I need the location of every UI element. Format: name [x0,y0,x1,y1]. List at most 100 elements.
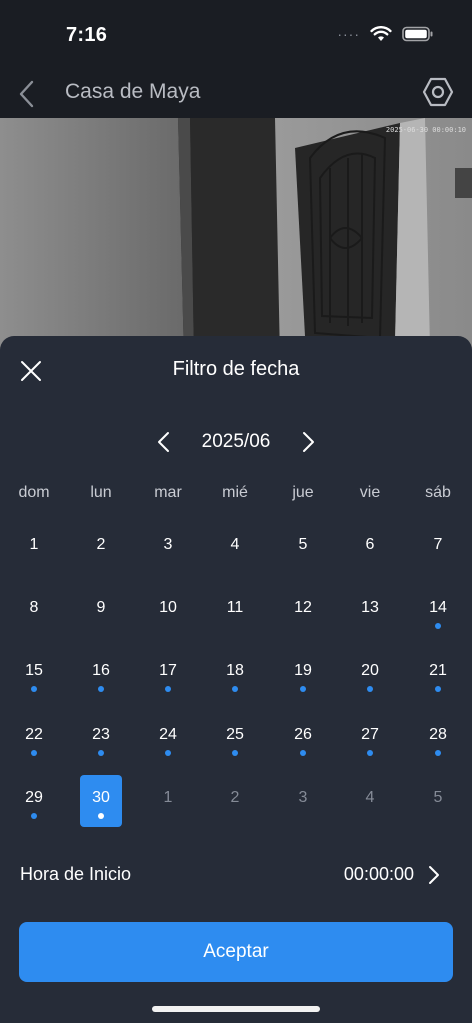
day-number: 2 [96,536,106,553]
day-number: 4 [365,789,375,806]
previous-month-icon[interactable] [152,428,176,456]
recording-indicator-dot [165,750,171,756]
day-number: 5 [298,536,308,553]
recording-indicator-dot [232,750,238,756]
recording-indicator-dot [435,623,441,629]
calendar-day[interactable]: 5 [282,522,324,574]
calendar-day: 2 [214,775,256,827]
day-number: 21 [429,662,447,679]
weekday-label: sáb [425,484,451,501]
day-number: 5 [433,789,443,806]
calendar-day[interactable]: 29 [13,775,55,827]
day-number: 1 [163,789,173,806]
day-number: 26 [294,726,312,743]
recording-indicator-dot [98,750,104,756]
calendar-day[interactable]: 26 [282,712,324,764]
day-number: 10 [159,599,177,616]
start-time-label: Hora de Inicio [20,864,132,884]
next-month-icon[interactable] [296,428,320,456]
day-number: 11 [226,599,244,616]
calendar-day[interactable]: 24 [147,712,189,764]
recording-indicator-dot [367,750,373,756]
chevron-right-icon[interactable] [426,862,442,888]
calendar-day[interactable]: 18 [214,648,256,700]
weekday-label: mié [222,484,248,501]
recording-indicator-dot [31,750,37,756]
calendar-day[interactable]: 19 [282,648,324,700]
calendar-day[interactable]: 12 [282,585,324,637]
recording-indicator-dot [367,686,373,692]
day-number: 9 [96,599,106,616]
calendar-day[interactable]: 17 [147,648,189,700]
calendar-day[interactable]: 2 [80,522,122,574]
cellular-signal-icon: ···· [337,26,360,42]
recording-indicator-dot [435,750,441,756]
day-number: 6 [365,536,375,553]
day-number: 3 [163,536,173,553]
start-time-value: 00:00:00 [343,864,414,884]
weekday-label: dom [18,484,50,501]
calendar-day[interactable]: 23 [80,712,122,764]
calendar-day[interactable]: 3 [147,522,189,574]
settings-icon[interactable] [422,76,454,108]
calendar-day[interactable]: 1 [13,522,55,574]
day-number: 1 [29,536,39,553]
calendar-day[interactable]: 27 [349,712,391,764]
day-number: 7 [433,536,443,553]
day-number: 15 [25,662,43,679]
calendar-day[interactable]: 14 [417,585,459,637]
sheet-title: Filtro de fecha [172,358,300,380]
recording-indicator-dot [31,813,37,819]
month-label: 2025/06 [201,431,271,452]
calendar-day[interactable]: 7 [417,522,459,574]
calendar-day[interactable]: 21 [417,648,459,700]
day-number: 25 [226,726,244,743]
day-number: 16 [92,662,110,679]
day-number: 19 [294,662,312,679]
calendar-day-selected[interactable]: 30 [80,775,122,827]
status-time: 7:16 [66,24,108,46]
calendar-day: 4 [349,775,391,827]
home-indicator [152,1006,320,1012]
calendar-day: 1 [147,775,189,827]
recording-indicator-dot [300,686,306,692]
day-number: 12 [294,599,312,616]
status-bar: 7:16 ···· [0,0,472,70]
day-number: 17 [159,662,177,679]
calendar-day[interactable]: 16 [80,648,122,700]
camera-preview[interactable]: 2025-06-30 00:00:10 [0,118,472,358]
recording-indicator-dot [232,686,238,692]
month-navigator: 2025/06 [0,428,472,458]
day-number: 18 [226,662,244,679]
calendar-day: 5 [417,775,459,827]
calendar-day[interactable]: 25 [214,712,256,764]
calendar-day[interactable]: 6 [349,522,391,574]
recording-indicator-dot [98,813,104,819]
date-filter-sheet: Filtro de fecha 2025/06 dom lun mar mié jue v… [0,336,472,1023]
day-number: 4 [230,536,240,553]
battery-icon [402,26,433,42]
calendar-day[interactable]: 9 [80,585,122,637]
calendar-day[interactable]: 28 [417,712,459,764]
calendar-day[interactable]: 11 [214,585,256,637]
recording-indicator-dot [98,686,104,692]
recording-indicator-dot [435,686,441,692]
calendar-day[interactable]: 8 [13,585,55,637]
calendar-day[interactable]: 15 [13,648,55,700]
recording-indicator-dot [300,750,306,756]
weekday-label: mar [154,484,182,501]
calendar-day[interactable]: 22 [13,712,55,764]
recording-indicator-dot [165,686,171,692]
calendar-day[interactable]: 10 [147,585,189,637]
calendar-day[interactable]: 4 [214,522,256,574]
chevron-left-icon[interactable] [14,78,42,110]
start-time-row[interactable]: Hora de Inicio 00:00:00 [0,856,472,892]
day-number: 30 [92,789,110,806]
calendar-day[interactable]: 13 [349,585,391,637]
status-indicators: ···· [337,26,434,42]
weekday-header: dom lun mar mié jue vie sáb [0,484,472,508]
calendar-day[interactable]: 20 [349,648,391,700]
day-number: 23 [92,726,110,743]
accept-button[interactable]: Aceptar [19,922,453,982]
day-number: 2 [230,789,240,806]
